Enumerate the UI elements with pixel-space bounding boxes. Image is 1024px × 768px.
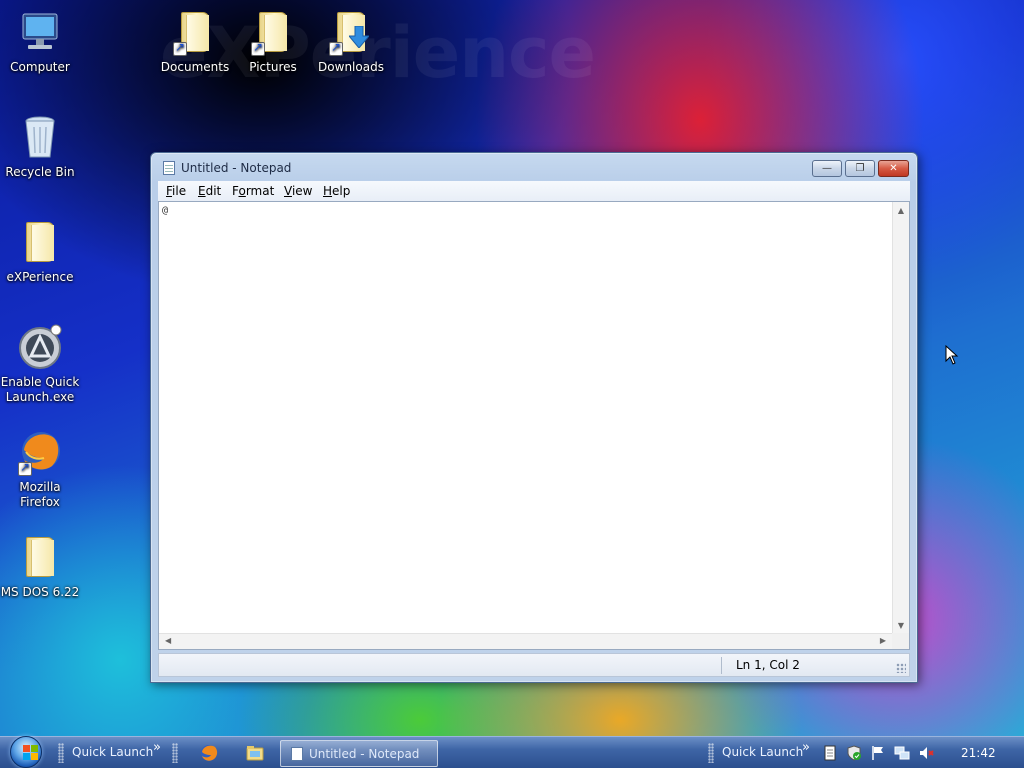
status-divider bbox=[721, 657, 722, 674]
desktop-icon-label: Enable Quick Launch.exe bbox=[0, 375, 80, 404]
close-button[interactable]: ✕ bbox=[878, 160, 909, 177]
horizontal-scrollbar[interactable]: ◀ ▶ bbox=[159, 633, 892, 649]
toolbar-gripper[interactable] bbox=[172, 743, 178, 763]
desktop-icon-label: Computer bbox=[10, 60, 70, 74]
scroll-left-icon[interactable]: ◀ bbox=[165, 636, 171, 645]
explorer-taskbar-icon[interactable] bbox=[245, 743, 265, 763]
app-icon bbox=[16, 323, 64, 371]
scrollbar-corner bbox=[892, 633, 909, 649]
notepad-icon bbox=[291, 747, 303, 761]
desktop-icon-documents[interactable]: Documents bbox=[155, 8, 235, 75]
notepad-icon bbox=[163, 161, 175, 175]
toolbar-gripper[interactable] bbox=[58, 743, 64, 763]
desktop-icon-label: Mozilla Firefox bbox=[19, 480, 61, 509]
scroll-down-icon[interactable]: ▼ bbox=[893, 621, 909, 630]
editor-content: @ bbox=[162, 205, 169, 216]
status-bar: Ln 1, Col 2 bbox=[158, 653, 910, 677]
downloads-folder-icon bbox=[327, 8, 375, 56]
folder-icon bbox=[16, 533, 64, 581]
cursor-position: Ln 1, Col 2 bbox=[736, 658, 800, 672]
security-shield-icon[interactable] bbox=[846, 745, 862, 761]
shortcut-arrow-icon bbox=[251, 40, 265, 56]
minimize-button[interactable]: — bbox=[812, 160, 842, 177]
folder-icon bbox=[16, 218, 64, 266]
desktop-icon-label: Pictures bbox=[249, 60, 297, 74]
menu-view[interactable]: View bbox=[284, 184, 312, 198]
desktop-icon-label: Downloads bbox=[318, 60, 384, 74]
desktop-icon-label: Recycle Bin bbox=[5, 165, 75, 179]
menu-file[interactable]: File bbox=[166, 184, 186, 198]
mouse-pointer-icon bbox=[945, 345, 959, 365]
folder-shortcut-icon bbox=[249, 8, 297, 56]
desktop-icon-label: Documents bbox=[160, 60, 230, 74]
desktop-icon-downloads[interactable]: Downloads bbox=[311, 8, 391, 75]
firefox-taskbar-icon[interactable] bbox=[199, 743, 219, 763]
maximize-icon: ❐ bbox=[855, 163, 865, 174]
start-button[interactable] bbox=[6, 736, 46, 768]
menu-help[interactable]: Help bbox=[323, 184, 350, 198]
desktop-icon-pictures[interactable]: Pictures bbox=[233, 8, 313, 75]
window-title: Untitled - Notepad bbox=[181, 161, 292, 175]
title-bar[interactable]: Untitled - Notepad — ❐ ✕ bbox=[151, 153, 917, 181]
minimize-icon: — bbox=[822, 163, 832, 174]
shortcut-arrow-icon bbox=[18, 460, 32, 476]
chevron-icon[interactable]: » bbox=[153, 740, 161, 755]
action-center-flag-icon[interactable] bbox=[870, 745, 886, 761]
menu-format[interactable]: Format bbox=[232, 184, 274, 198]
computer-icon bbox=[16, 8, 64, 56]
notepad-window[interactable]: Untitled - Notepad — ❐ ✕ File Edit Forma… bbox=[150, 152, 918, 683]
menu-edit[interactable]: Edit bbox=[198, 184, 221, 198]
text-editor[interactable]: @ ▲ ▼ ◀ ▶ bbox=[158, 201, 910, 650]
desktop-icon-enable-quick-launch[interactable]: Enable Quick Launch.exe bbox=[0, 323, 80, 405]
toolbar-gripper[interactable] bbox=[708, 743, 714, 763]
desktop-icon-experience[interactable]: eXPerience bbox=[0, 218, 80, 285]
desktop-icon-label: MS DOS 6.22 bbox=[0, 585, 80, 599]
notepad-tray-icon[interactable] bbox=[822, 745, 838, 761]
network-icon[interactable] bbox=[894, 745, 910, 761]
desktop-icon-computer[interactable]: Computer bbox=[0, 8, 80, 75]
vertical-scrollbar[interactable]: ▲ ▼ bbox=[892, 202, 909, 634]
taskbar-button-notepad[interactable]: Untitled - Notepad bbox=[280, 740, 438, 767]
scroll-up-icon[interactable]: ▲ bbox=[893, 206, 909, 215]
quick-launch-label[interactable]: Quick Launch bbox=[72, 745, 153, 759]
shortcut-arrow-icon bbox=[173, 40, 187, 56]
scroll-right-icon[interactable]: ▶ bbox=[880, 636, 886, 645]
menu-bar: File Edit Format View Help bbox=[158, 181, 910, 201]
task-label: Untitled - Notepad bbox=[309, 747, 420, 761]
desktop-icon-label: eXPerience bbox=[6, 270, 74, 284]
taskbar: Quick Launch » Untitled - Notepad Quick … bbox=[0, 736, 1024, 768]
desktop-icon-recycle-bin[interactable]: Recycle Bin bbox=[0, 113, 80, 180]
desktop-icon-firefox[interactable]: Mozilla Firefox bbox=[0, 428, 80, 510]
chevron-icon[interactable]: » bbox=[802, 740, 810, 755]
firefox-icon bbox=[16, 428, 64, 476]
folder-shortcut-icon bbox=[171, 8, 219, 56]
windows-logo-icon bbox=[10, 736, 42, 768]
quick-launch-label[interactable]: Quick Launch bbox=[722, 745, 803, 759]
close-icon: ✕ bbox=[889, 163, 898, 174]
recycle-bin-icon bbox=[16, 113, 64, 161]
resize-grip-icon[interactable] bbox=[896, 663, 906, 673]
shortcut-arrow-icon bbox=[329, 40, 343, 56]
desktop-icon-ms-dos[interactable]: MS DOS 6.22 bbox=[0, 533, 80, 600]
volume-muted-icon[interactable] bbox=[918, 745, 934, 761]
maximize-button[interactable]: ❐ bbox=[845, 160, 875, 177]
clock[interactable]: 21:42 bbox=[961, 746, 996, 760]
